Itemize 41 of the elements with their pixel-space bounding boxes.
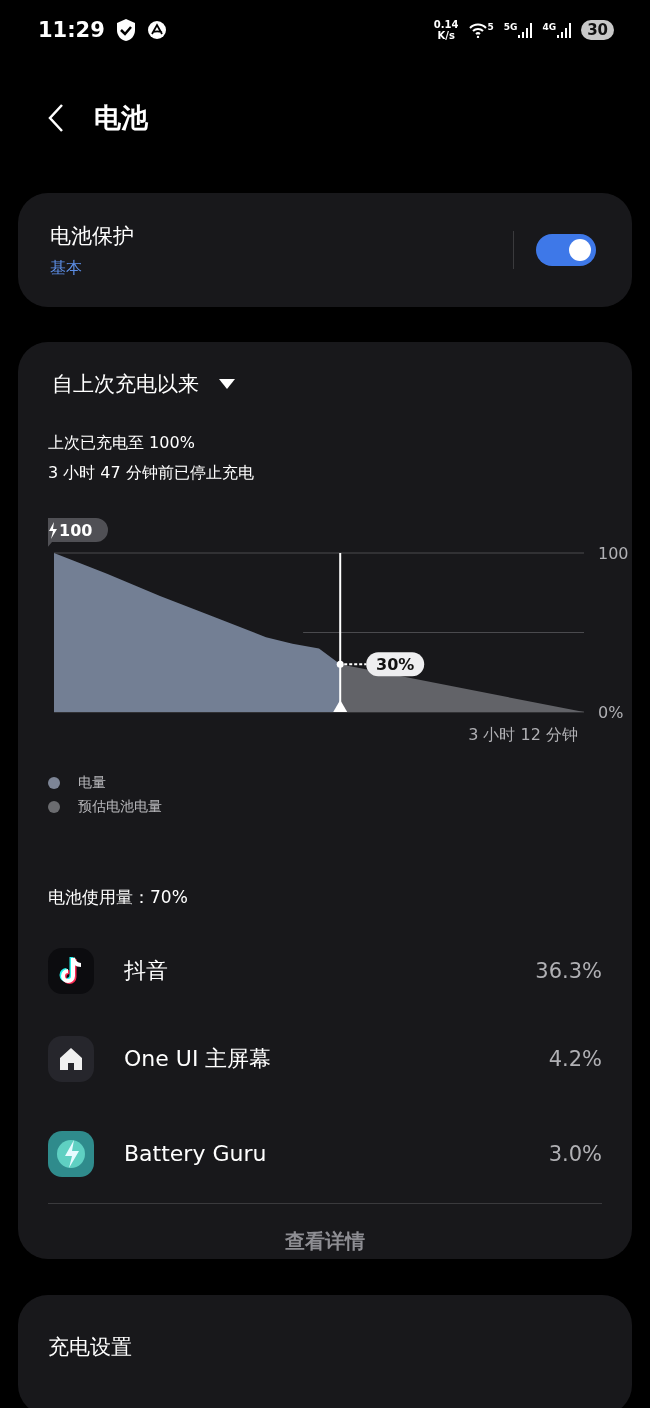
- wifi-icon: [468, 22, 487, 38]
- page-title: 电池: [94, 101, 148, 135]
- details-button[interactable]: 查看详情: [275, 1224, 375, 1259]
- level-label: 30%: [366, 652, 425, 677]
- back-icon[interactable]: [48, 103, 64, 133]
- usage-percent: 3.0%: [548, 1141, 602, 1166]
- period-dropdown[interactable]: 自上次充电以来: [52, 370, 199, 398]
- network-type: 5G: [503, 22, 518, 32]
- dropdown-caret-icon[interactable]: [219, 379, 235, 389]
- shield-check-icon: [114, 18, 137, 42]
- charge-badge: 100: [48, 518, 108, 549]
- usage-percent: 4.2%: [548, 1046, 602, 1071]
- lightning-icon[interactable]: [48, 1130, 94, 1177]
- network-speed: 0.14: [433, 19, 459, 30]
- battery-indicator: 30: [581, 20, 614, 40]
- setting-value: 基本: [50, 257, 83, 279]
- axis-label: 0%: [598, 703, 624, 721]
- setting-title: 电池保护: [50, 222, 135, 250]
- app-name[interactable]: 抖音: [124, 956, 536, 986]
- usage-percent: 36.3%: [535, 959, 602, 983]
- home-icon[interactable]: [48, 1035, 94, 1082]
- signal-icon: [518, 22, 533, 38]
- legend-label: 预估电池电量: [78, 798, 162, 816]
- time-remaining: 3 小时 12 分钟: [467, 725, 578, 746]
- charge-info: 上次已充电至 100%: [48, 432, 196, 454]
- network-type: 4G: [542, 22, 557, 32]
- wifi-standard: 5: [487, 22, 494, 32]
- usage-total: 电池使用量：70%: [48, 886, 189, 909]
- charging-settings[interactable]: 充电设置: [48, 1335, 132, 1359]
- axis-label: 100: [598, 544, 629, 563]
- app-notification-icon: [146, 20, 167, 40]
- legend-label: 电量: [78, 774, 106, 792]
- speed-unit: K/s: [437, 30, 455, 41]
- signal-icon: [557, 22, 572, 38]
- music-note-icon[interactable]: [48, 948, 94, 994]
- clock: 11:29: [38, 18, 105, 42]
- toggle-switch[interactable]: [536, 234, 596, 266]
- charge-info: 3 小时 47 分钟前已停止充电: [48, 462, 255, 484]
- app-name[interactable]: Battery Guru: [124, 1141, 549, 1166]
- app-name[interactable]: One UI 主屏幕: [124, 1043, 549, 1074]
- protection-card[interactable]: 电池保护 基本: [18, 193, 632, 307]
